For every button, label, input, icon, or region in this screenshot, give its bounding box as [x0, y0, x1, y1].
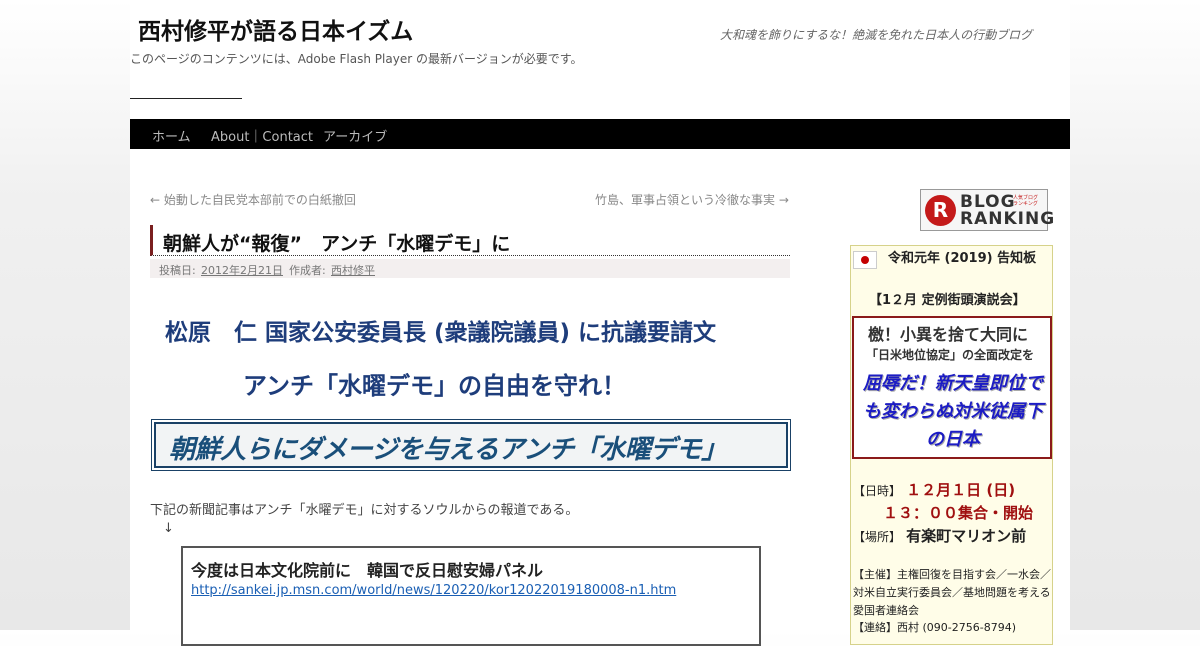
- japan-flag-icon: [853, 251, 877, 269]
- next-post-link[interactable]: 竹島、軍事占領という冷徹な事実 →: [595, 191, 789, 208]
- event-place-row: 【場所】 有楽町マリオン前: [853, 525, 1026, 546]
- quote-title: 今度は日本文化院前に 韓国で反日慰安婦パネル: [191, 561, 544, 580]
- ranking-logo-icon: R: [925, 195, 956, 226]
- news-quote-box: 今度は日本文化院前に 韓国で反日慰安婦パネル http://sankei.jp.…: [181, 546, 761, 646]
- post-title-bar: 朝鮮人が“報復” アンチ「水曜デモ」に: [150, 225, 790, 256]
- down-arrow-icon: ↓: [163, 521, 174, 536]
- event-date-row: 【日時】 １２月１日 (日): [853, 479, 1015, 500]
- header-divider: [130, 98, 242, 99]
- place-label: 【場所】: [853, 530, 902, 544]
- place-value: 有楽町マリオン前: [906, 527, 1027, 545]
- post-date-link[interactable]: 2012年2月21日: [201, 262, 283, 278]
- slogan-main: 檄！小異を捨て大同に: [868, 325, 1029, 344]
- event-organizers: 【主催】主権回復を目指す会／一水会／対米自立実行委員会／基地問題を考える愛国者連…: [853, 568, 1051, 617]
- ranking-tag: 人気ブログランキング: [1013, 195, 1039, 207]
- date-label: 【日時】: [853, 484, 902, 498]
- nav-item-home[interactable]: ホーム: [152, 126, 191, 145]
- prev-post-link[interactable]: ← 始動した自民党本部前での白紙撤回: [150, 191, 356, 208]
- article-heading-2: アンチ「水曜デモ」の自由を守れ！: [243, 372, 627, 400]
- notice-title: 令和元年 (2019) 告知板: [888, 251, 1037, 266]
- post-title[interactable]: 朝鮮人が“報復” アンチ「水曜デモ」に: [163, 229, 510, 256]
- author-link[interactable]: 西村修平: [331, 262, 375, 278]
- nav-item-archive[interactable]: アーカイブ: [323, 126, 387, 145]
- ranking-line2: RANKING: [960, 209, 1056, 229]
- event-time: １３：００集合・開始: [883, 504, 1034, 522]
- article-banner-inner: 朝鮮人らにダメージを与えるアンチ「水曜デモ」: [154, 422, 788, 468]
- site-title[interactable]: 西村修平が語る日本イズム: [138, 12, 413, 46]
- slogan-box: 檄！小異を捨て大同に 「日米地位協定」の全面改定を 屈辱だ！新天皇即位でも変わら…: [852, 316, 1052, 459]
- flash-player-notice: このページのコンテンツには、Adobe Flash Player の最新バージョ…: [130, 52, 583, 66]
- posted-label: 投稿日:: [159, 264, 196, 277]
- banner-text: 朝鮮人らにダメージを与えるアンチ「水曜デモ」: [169, 435, 727, 465]
- event-contact: 【連絡】西村 (090-2756-8794): [853, 621, 1017, 634]
- slogan-sub: 「日米地位協定」の全面改定を: [866, 348, 1035, 362]
- page-container: 西村修平が語る日本イズム 大和魂を飾りにするな！絶滅を免れた日本人の行動ブログ …: [130, 0, 1070, 646]
- notice-board: 令和元年 (2019) 告知板 【1２月 定例街頭演説会】 檄！小異を捨て大同に…: [850, 245, 1053, 645]
- nav-item-about-contact[interactable]: About｜Contact: [211, 126, 313, 145]
- blog-ranking-banner[interactable]: R BLOG RANKING 人気ブログランキング: [920, 189, 1054, 231]
- notice-event: 【1２月 定例街頭演説会】: [869, 293, 1026, 308]
- main-nav: ホーム About｜Contact アーカイブ: [130, 119, 1070, 149]
- quote-source-link[interactable]: http://sankei.jp.msn.com/world/news/1202…: [191, 583, 676, 598]
- site-description: 大和魂を飾りにするな！絶滅を免れた日本人の行動ブログ: [720, 28, 1033, 42]
- date-value: １２月１日 (日): [906, 481, 1016, 499]
- article-heading-1: 松原 仁 国家公安委員長 (衆議院議員) に抗議要請文: [165, 320, 717, 346]
- author-label: 作成者:: [289, 264, 326, 277]
- article-banner: 朝鮮人らにダメージを与えるアンチ「水曜デモ」: [151, 419, 791, 471]
- post-meta: 投稿日: 2012年2月21日 作成者: 西村修平: [150, 259, 790, 278]
- slogan-emphasis: 屈辱だ！新天皇即位でも変わらぬ対米従属下の日本: [863, 373, 1043, 450]
- article-body-text: 下記の新聞記事はアンチ「水曜デモ」に対するソウルからの報道である。: [150, 503, 579, 518]
